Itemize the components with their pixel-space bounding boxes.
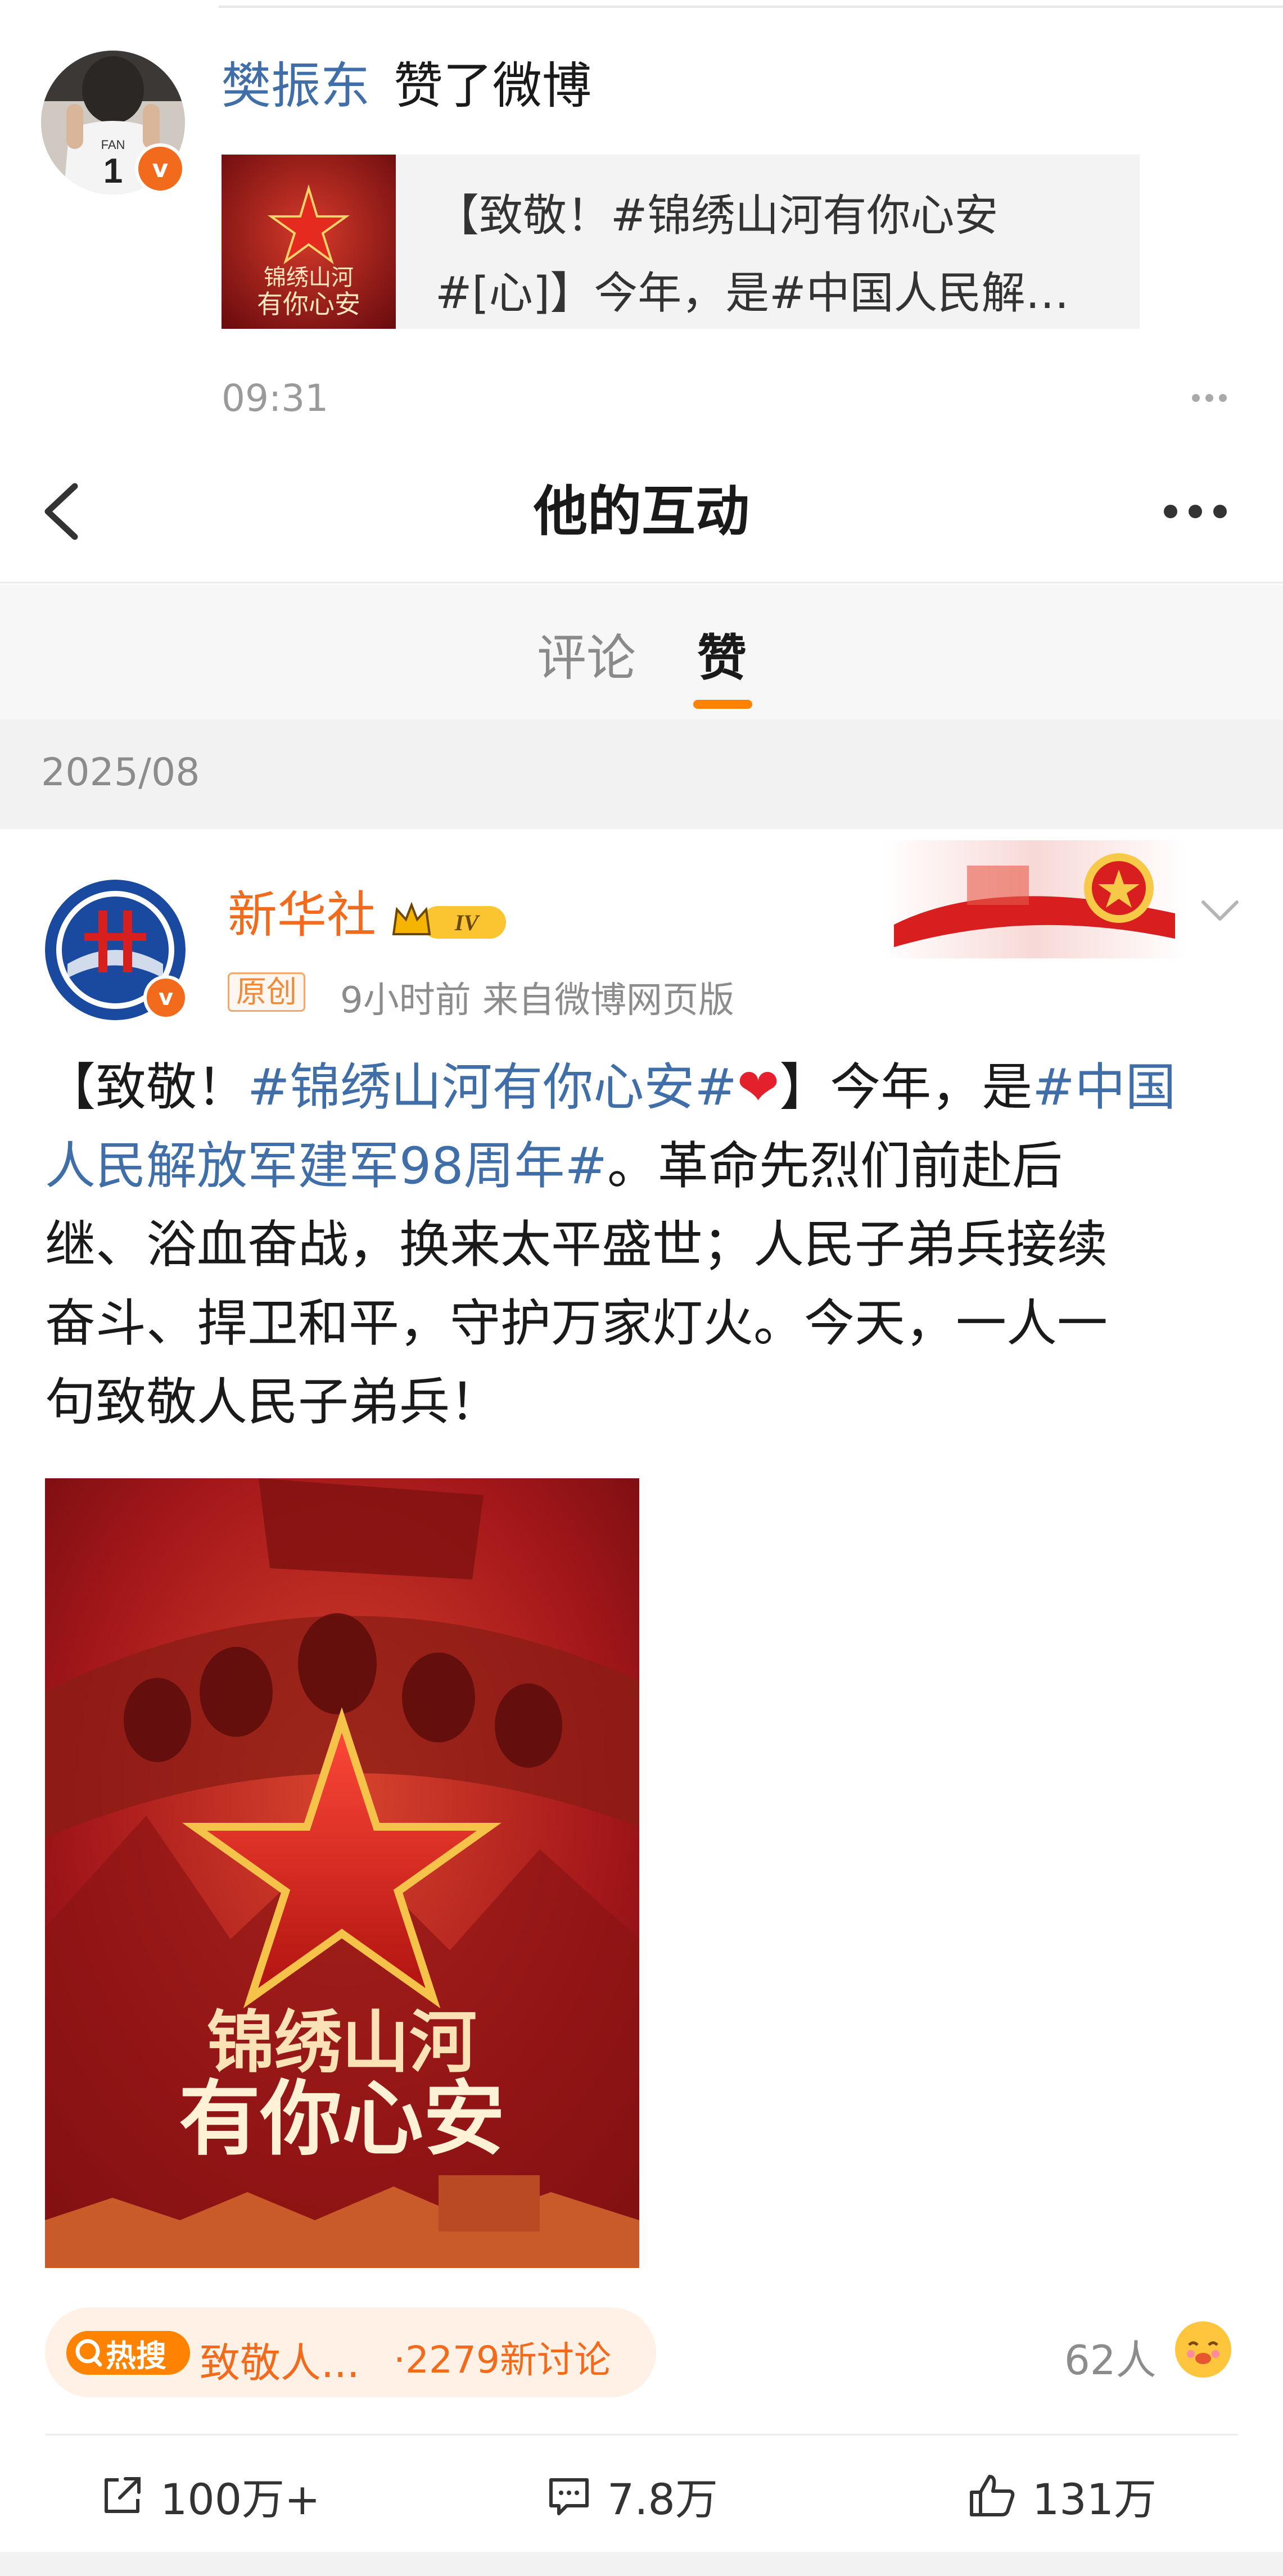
back-arrow-icon[interactable]	[37, 478, 93, 545]
vip-crown-icon[interactable]: IV	[388, 899, 512, 944]
quoted-weibo-text: 【致敬！#锦绣山河有你心安 #[心]】今年，是#中国人民解…	[435, 177, 1110, 332]
action-divider	[45, 2434, 1238, 2435]
date-group-label: 2025/08	[41, 750, 200, 795]
more-options-icon[interactable]	[1192, 393, 1232, 404]
festival-banner-decoration	[883, 840, 1186, 958]
post-text-segment: 句致敬人民子弟兵！	[45, 1373, 500, 1432]
tab-bar	[0, 585, 1283, 719]
more-menu-icon[interactable]	[1164, 505, 1238, 520]
hot-search-label: 热搜	[106, 2338, 166, 2374]
original-tag: 原创	[228, 972, 305, 1012]
hashtag-link[interactable]: 人民解放军建军98周年#	[45, 1137, 607, 1196]
quoted-weibo-thumbnail: 【致敬！#锦绣山河有你心安 锦绣山河 有你心安	[222, 155, 396, 329]
post-body-line: 【致敬！#锦绣山河有你心安#❤】今年，是#中国	[45, 1048, 1237, 1127]
comment-icon	[549, 2478, 589, 2515]
jersey-name: FAN	[101, 138, 125, 152]
post-text-segment: 。革命先烈们前赴后	[607, 1137, 1063, 1196]
post-text-segment: 】今年，是	[779, 1058, 1033, 1117]
notification-time: 09:31	[222, 377, 329, 420]
thumb-slogan-1: 锦绣山河	[264, 265, 354, 291]
notification-action-text: 赞了微博	[394, 57, 592, 115]
repost-count: 100万+	[160, 2474, 320, 2524]
tab-likes[interactable]: 赞	[697, 618, 747, 690]
quoted-weibo-card[interactable]: 【致敬！#锦绣山河有你心安 锦绣山河 有你心安 【致敬！#锦绣山河有你心安 #[…	[222, 155, 1140, 329]
post-body-line: 句致敬人民子弟兵！	[45, 1363, 1237, 1442]
level-badge-text: IV	[454, 910, 481, 935]
post-text-segment: 【致敬！	[45, 1058, 247, 1117]
poster-slogan-2: 有你心安	[179, 2071, 505, 2167]
post-body-line: 继、浴血奋战，换来太平盛世；人民子弟兵接续	[45, 1206, 1237, 1284]
hot-search-topic: 致敬人...	[200, 2339, 360, 2387]
interaction-people-count: 62人	[1064, 2337, 1156, 2384]
post-meta: 9小时前 来自微博网页版	[340, 980, 735, 1021]
thumb-slogan-2: 有你心安	[257, 289, 360, 319]
post-body-line: 人民解放军建军98周年#。革命先烈们前赴后	[45, 1127, 1237, 1206]
comment-count: 7.8万	[607, 2474, 718, 2524]
post-author-name[interactable]: 新华社	[228, 888, 376, 943]
emoji-reaction-icon[interactable]	[1175, 2321, 1231, 2378]
hashtag-link[interactable]: #锦绣山河有你心安#	[247, 1058, 737, 1117]
like-count: 131万	[1032, 2474, 1157, 2524]
notification-username[interactable]: 樊振东	[222, 56, 370, 116]
share-icon	[105, 2477, 141, 2513]
nav-divider	[0, 582, 1283, 583]
post-body-text: 【致敬！#锦绣山河有你心安#❤】今年，是#中国 人民解放军建军98周年#。革命先烈…	[45, 1048, 1237, 1442]
tab-comments[interactable]: 评论	[537, 618, 636, 690]
top-divider	[219, 6, 1283, 8]
comment-button[interactable]: 7.8万	[545, 2465, 718, 2527]
bottom-spacer	[0, 2552, 1283, 2576]
thumbs-up-icon	[970, 2475, 1015, 2516]
post-text-segment: 奋斗、捍卫和平，守护万家灯火。今天，一人一	[45, 1294, 1108, 1353]
post-image[interactable]: 锦绣山河 有你心安	[45, 1478, 639, 2268]
active-tab-indicator	[693, 700, 752, 709]
post-body-line: 奋斗、捍卫和平，守护万家灯火。今天，一人一	[45, 1284, 1237, 1363]
hot-search-badge: 热搜	[66, 2331, 190, 2375]
post-text-segment: 继、浴血奋战，换来太平盛世；人民子弟兵接续	[45, 1215, 1108, 1274]
heart-icon: ❤	[737, 1058, 780, 1117]
search-icon	[75, 2339, 102, 2367]
page-title: 他的互动	[534, 480, 749, 543]
quote-line-1: 【致敬！#锦绣山河有你心安	[435, 191, 999, 241]
like-button[interactable]: 131万	[967, 2465, 1156, 2527]
hashtag-link[interactable]: #中国	[1032, 1058, 1176, 1117]
jersey-number: 1	[103, 152, 123, 191]
verified-v-icon: v	[135, 143, 186, 194]
author-verified-icon: v	[143, 975, 188, 1020]
poster-slogan-1: 锦绣山河	[207, 2003, 477, 2082]
hot-search-count: ·2279新讨论	[394, 2338, 611, 2382]
hot-search-pill[interactable]: 热搜 致敬人... ·2279新讨论	[45, 2307, 656, 2397]
repost-button[interactable]: 100万+	[98, 2465, 320, 2527]
chevron-down-icon[interactable]	[1198, 894, 1243, 927]
quote-line-2: #[心]】今年，是#中国人民解…	[435, 268, 1069, 319]
